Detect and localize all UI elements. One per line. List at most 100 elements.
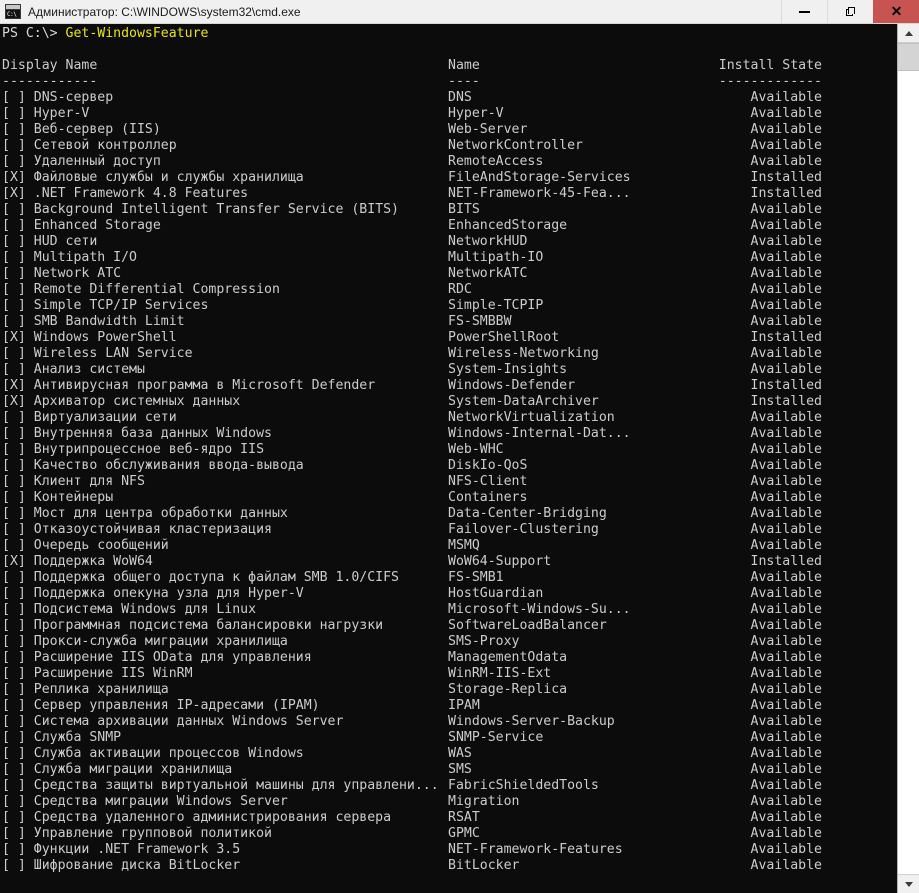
cell-display-name: [ ] Hyper-V [2, 106, 90, 121]
cell-display-name: [X] Поддержка WoW64 [2, 554, 153, 569]
cell-display-name: [ ] Сетевой контроллер [2, 138, 177, 153]
title-bar[interactable]: C:\ Администратор: C:\WINDOWS\system32\c… [0, 0, 919, 24]
cell-install-state: Available [750, 218, 822, 233]
cell-name: SNMP-Service [448, 730, 544, 745]
cell-name: IPAM [448, 698, 480, 713]
table-row: [ ] HUD сети NetworkHUD Available [2, 234, 897, 250]
cell-name: PowerShellRoot [448, 330, 560, 345]
table-row: [X] Архиватор системных данных System-Dat… [2, 394, 897, 410]
cmd-console-icon: C:\ [5, 4, 21, 19]
prompt-line: PS C:\> Get-WindowsFeature [2, 26, 897, 42]
cell-install-state: Available [750, 618, 822, 633]
cell-name: Windows-Server-Backup [448, 714, 615, 729]
cell-install-state: Available [750, 314, 822, 329]
minimize-button[interactable] [781, 0, 827, 23]
cell-install-state: Available [750, 474, 822, 489]
cell-display-name: [ ] DNS-сервер [2, 90, 114, 105]
cell-install-state: Available [750, 250, 822, 265]
table-header-row: Display Name Name Install State [2, 58, 897, 74]
table-row: [ ] Remote Differential Compression RDC Av… [2, 282, 897, 298]
table-row: [ ] Поддержка общего доступа к файлам SM… [2, 570, 897, 586]
close-button[interactable]: ✕ [873, 0, 919, 23]
table-row: [ ] Виртуализации сети NetworkVirtualizat… [2, 410, 897, 426]
cell-display-name: [ ] Network ATC [2, 266, 122, 281]
cell-install-state: Available [750, 458, 822, 473]
cell-install-state: Available [750, 634, 822, 649]
cell-name: SMS-Proxy [448, 634, 520, 649]
cell-name: WoW64-Support [448, 554, 552, 569]
cell-install-state: Available [750, 858, 822, 873]
cell-display-name: [X] Антивирусная программа в Microsoft D… [2, 378, 376, 393]
console-output[interactable]: PS C:\> Get-WindowsFeature Display Name … [0, 24, 897, 893]
cell-install-state: Installed [750, 330, 822, 345]
cell-display-name: [ ] SMB Bandwidth Limit [2, 314, 185, 329]
cell-display-name: [ ] Система архивации данных Windows Ser… [2, 714, 344, 729]
cell-display-name: [ ] Реплика хранилища [2, 682, 169, 697]
table-row: [ ] Network ATC NetworkATC Available [2, 266, 897, 282]
cell-display-name: [ ] Внутренняя база данных Windows [2, 426, 272, 441]
table-row: [X] Антивирусная программа в Microsoft D… [2, 378, 897, 394]
cell-install-state: Available [750, 826, 822, 841]
table-row: [ ] Wireless LAN Service Wireless-Network… [2, 346, 897, 362]
table-row: [ ] Служба миграции хранилища SMS Availabl… [2, 762, 897, 778]
cell-name: System-DataArchiver [448, 394, 599, 409]
cell-display-name: [ ] Функции .NET Framework 3.5 [2, 842, 241, 857]
table-row: [ ] Внутрипроцессное веб-ядро IIS Web-WHC… [2, 442, 897, 458]
cell-name: RSAT [448, 810, 480, 825]
table-row: [ ] Подсистема Windows для Linux Microsof… [2, 602, 897, 618]
scroll-down-arrow-icon [904, 881, 913, 887]
cell-display-name: [ ] Средства защиты виртуальной машины д… [2, 778, 439, 793]
cell-install-state: Available [750, 506, 822, 521]
table-row: [ ] Enhanced Storage EnhancedStorage Avail… [2, 218, 897, 234]
cell-name: Windows-Defender [448, 378, 576, 393]
cell-display-name: [ ] Средства удаленного администрировани… [2, 810, 392, 825]
table-row: [X] Windows PowerShell PowerShellRoot Inst… [2, 330, 897, 346]
cell-name: RDC [448, 282, 472, 297]
cell-install-state: Available [750, 426, 822, 441]
rule-display-name: ------------ [2, 74, 98, 89]
cmd-icon-text: C:\ [6, 10, 20, 18]
cell-name: DiskIo-QoS [448, 458, 528, 473]
cell-name: Multipath-IO [448, 250, 544, 265]
cell-name: NFS-Client [448, 474, 528, 489]
cell-install-state: Available [750, 730, 822, 745]
table-row: [ ] Средства миграции Windows Server Migr… [2, 794, 897, 810]
cell-display-name: [ ] Сервер управления IP-адресами (IPAM) [2, 698, 320, 713]
cell-install-state: Available [750, 362, 822, 377]
close-icon: ✕ [890, 3, 903, 19]
cell-install-state: Available [750, 522, 822, 537]
cell-name: NetworkATC [448, 266, 528, 281]
table-row: [ ] DNS-сервер DNS Available [2, 90, 897, 106]
header-display-name: Display Name [2, 58, 98, 73]
cell-name: Microsoft-Windows-Su... [448, 602, 631, 617]
scrollbar-thumb[interactable] [898, 43, 919, 71]
cell-display-name: [ ] Шифрование диска BitLocker [2, 858, 241, 873]
cell-display-name: [ ] Multipath I/O [2, 250, 137, 265]
cell-install-state: Available [750, 714, 822, 729]
scroll-up-button[interactable] [898, 24, 919, 43]
cell-display-name: [ ] Background Intelligent Transfer Serv… [2, 202, 399, 217]
cell-name: Data-Center-Bridging [448, 506, 607, 521]
table-row: [ ] Simple TCP/IP Services Simple-TCPIP Av… [2, 298, 897, 314]
cell-install-state: Available [750, 650, 822, 665]
restore-button[interactable] [827, 0, 873, 23]
cell-name: FS-SMBBW [448, 314, 512, 329]
table-row: [ ] Поддержка опекуна узла для Hyper-V Ho… [2, 586, 897, 602]
cell-display-name: [ ] Enhanced Storage [2, 218, 161, 233]
table-row: [ ] Веб-сервер (IIS) Web-Server Available [2, 122, 897, 138]
vertical-scrollbar[interactable] [897, 24, 919, 893]
table-row: [ ] Система архивации данных Windows Ser… [2, 714, 897, 730]
scrollbar-track[interactable] [898, 43, 919, 874]
cell-display-name: [ ] Контейнеры [2, 490, 114, 505]
cell-display-name: [ ] Виртуализации сети [2, 410, 177, 425]
cell-display-name: [ ] HUD сети [2, 234, 98, 249]
cell-name: SMS [448, 762, 472, 777]
scroll-down-button[interactable] [898, 874, 919, 893]
cell-install-state: Available [750, 810, 822, 825]
cell-display-name: [ ] Служба миграции хранилища [2, 762, 233, 777]
cell-display-name: [ ] Поддержка общего доступа к файлам SM… [2, 570, 399, 585]
prompt-prefix: PS C:\> [2, 26, 66, 41]
cell-name: Hyper-V [448, 106, 504, 121]
table-row: [ ] Background Intelligent Transfer Serv… [2, 202, 897, 218]
scroll-up-arrow-icon [904, 30, 913, 36]
